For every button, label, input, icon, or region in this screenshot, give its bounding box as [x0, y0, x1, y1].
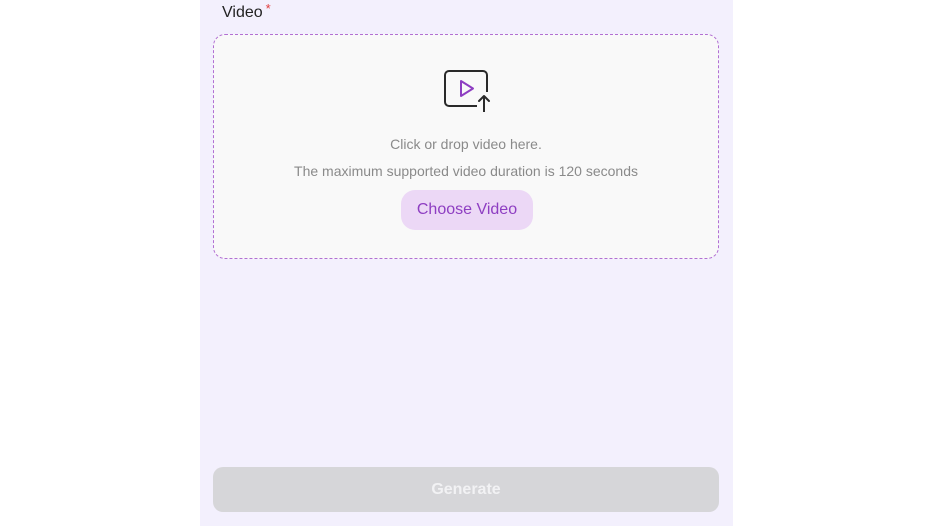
video-input-panel: Video * Click or drop video here. The max…: [200, 0, 733, 526]
drop-hint-text: Click or drop video here.: [390, 136, 542, 152]
video-label-text: Video: [222, 4, 263, 21]
duration-limit-text: The maximum supported video duration is …: [294, 163, 638, 179]
required-asterisk: *: [265, 1, 271, 16]
video-dropzone[interactable]: Click or drop video here. The maximum su…: [213, 34, 719, 259]
video-upload-icon: [444, 70, 491, 114]
choose-video-button[interactable]: Choose Video: [401, 190, 533, 230]
video-field-label: Video *: [222, 1, 271, 22]
generate-button[interactable]: Generate: [213, 467, 719, 512]
